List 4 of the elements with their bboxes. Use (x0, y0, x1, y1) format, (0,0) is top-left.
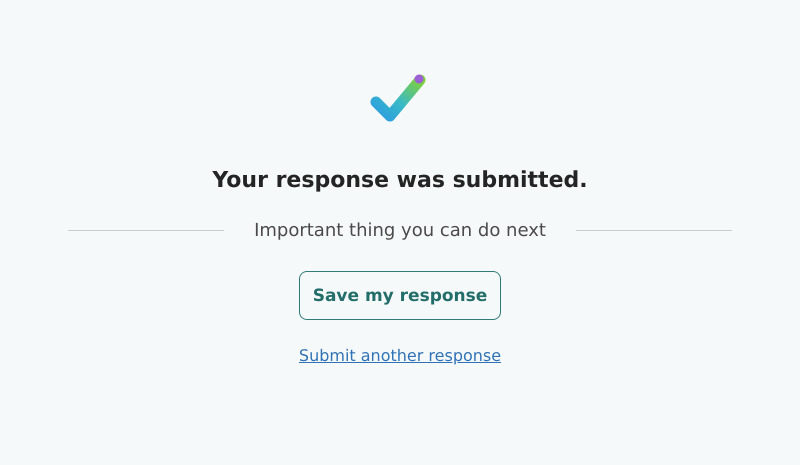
save-response-button[interactable]: Save my response (299, 271, 501, 320)
next-steps-heading: Important thing you can do next (254, 220, 546, 241)
confirmation-title: Your response was submitted. (212, 167, 588, 195)
submit-another-link[interactable]: Submit another response (298, 346, 502, 365)
